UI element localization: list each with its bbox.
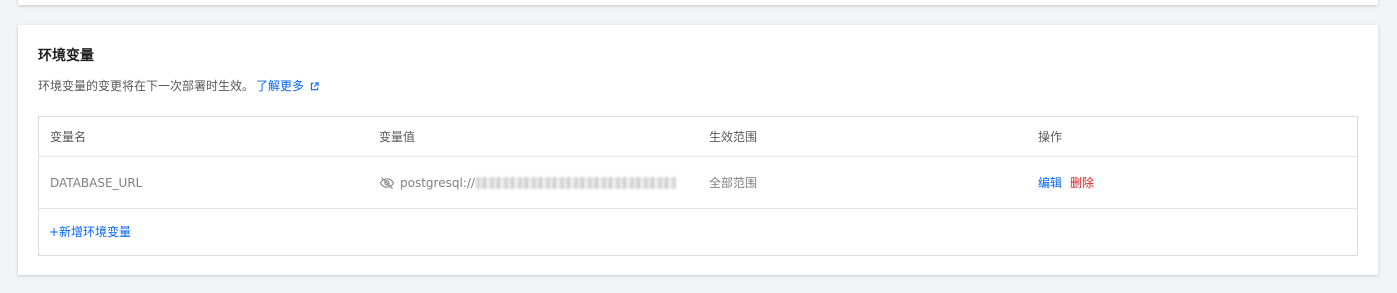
column-header-scope: 生效范围	[709, 130, 758, 144]
description-text: 环境变量的变更将在下一次部署时生效。	[38, 79, 255, 93]
learn-more-link[interactable]: 了解更多	[256, 79, 319, 93]
eye-off-icon[interactable]	[379, 176, 395, 190]
column-header-name: 变量名	[50, 130, 87, 144]
section-title: 环境变量	[38, 48, 94, 64]
section-description: 环境变量的变更将在下一次部署时生效。 了解更多	[38, 77, 319, 95]
variable-value: postgresql://	[379, 157, 676, 208]
edit-button[interactable]: 编辑	[1038, 174, 1062, 191]
env-vars-table: 变量名 变量值 生效范围 操作 DATABASE_URL postgresql:…	[38, 116, 1358, 256]
variable-value-prefix: postgresql://	[400, 175, 475, 190]
env-vars-card: 环境变量 环境变量的变更将在下一次部署时生效。 了解更多 变量名 变量值 生效范围…	[18, 25, 1378, 275]
table-row: DATABASE_URL postgresql:// 全部范围 编辑 删除	[39, 157, 1357, 209]
row-actions: 编辑 删除	[1038, 157, 1094, 208]
variable-scope: 全部范围	[709, 176, 758, 190]
masked-value	[475, 176, 676, 189]
previous-section-card	[18, 0, 1378, 5]
delete-button[interactable]: 删除	[1070, 174, 1094, 191]
column-header-actions: 操作	[1038, 130, 1063, 144]
variable-name: DATABASE_URL	[50, 175, 143, 190]
add-env-var-button[interactable]: +新增环境变量	[49, 223, 131, 241]
external-link-icon	[310, 82, 319, 91]
learn-more-label: 了解更多	[256, 79, 305, 93]
table-header-row: 变量名 变量值 生效范围 操作	[39, 117, 1357, 157]
column-header-value: 变量值	[379, 130, 416, 144]
